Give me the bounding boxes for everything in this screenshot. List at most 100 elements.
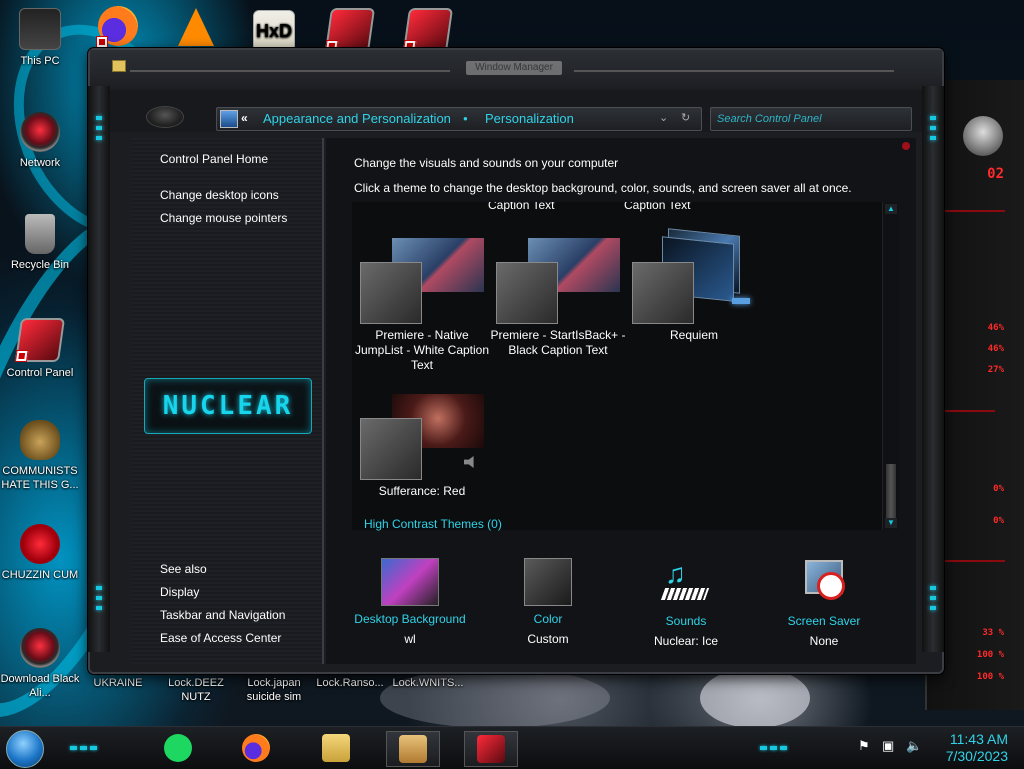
- theme-name: Sufferance: Red: [378, 484, 466, 498]
- control-panel-home-link[interactable]: Control Panel Home: [160, 152, 268, 166]
- file-explorer-icon: [322, 734, 350, 762]
- desktop-background-icon: [381, 558, 439, 606]
- theme-name: Premiere - Native JumpList - White Capti…: [354, 328, 490, 372]
- desktop-icon-lock-deez[interactable]: Lock.DEEZ NUTZ: [156, 676, 236, 704]
- desktop-icon-network[interactable]: Network: [0, 112, 80, 170]
- clock-time: 11:43 AM: [949, 731, 1008, 747]
- breadcrumb-appearance[interactable]: Appearance and Personalization: [263, 111, 451, 126]
- setting-label[interactable]: Desktop Background: [340, 612, 480, 626]
- rail-light: [930, 586, 936, 590]
- scrollbar-thumb[interactable]: [886, 464, 896, 524]
- change-desktop-icons-link[interactable]: Change desktop icons: [160, 188, 279, 202]
- desktop-icon-control-panel[interactable]: Control Panel: [0, 318, 80, 380]
- taskbar-firefox[interactable]: [230, 731, 282, 765]
- taskbar-clock[interactable]: 11:43 AM 7/30/2023: [946, 731, 1008, 765]
- window-titlebar[interactable]: Window Manager: [90, 50, 942, 91]
- desktop-icon-lock-japan[interactable]: Lock.japan suicide sim: [234, 676, 314, 704]
- keyboard-icon: [660, 588, 710, 600]
- window-left-rail: [88, 86, 110, 652]
- desktop-icon-lock-ranso[interactable]: Lock.Ranso...: [310, 676, 390, 690]
- recycle-bin-icon: [25, 214, 55, 254]
- desktop-icon-ukraine[interactable]: UKRAINE: [78, 676, 158, 690]
- desktop-background-setting[interactable]: Desktop Background wl: [340, 558, 480, 646]
- taskbar-handshake-app[interactable]: [386, 731, 440, 767]
- theme-item[interactable]: Premiere - Native JumpList - White Capti…: [354, 228, 490, 373]
- rail-light: [930, 136, 936, 140]
- alien-head-icon: [963, 116, 1003, 156]
- rail-light: [930, 606, 936, 610]
- action-center-flag-icon[interactable]: ⚑: [858, 739, 872, 753]
- gadget-readout: 0%: [993, 516, 1004, 526]
- theme-list: Caption Text Caption Text Premiere - Nat…: [352, 202, 882, 530]
- rail-light: [96, 596, 102, 600]
- desktop-icon-firefox[interactable]: [78, 6, 158, 50]
- desktop-icon-label: UKRAINE: [93, 677, 143, 689]
- sounds-icon: ♫: [660, 558, 711, 608]
- clock-date: 7/30/2023: [945, 748, 1008, 764]
- scroll-up-button[interactable]: ▲: [885, 204, 897, 214]
- theme-item[interactable]: Sufferance: Red: [354, 384, 490, 499]
- search-input[interactable]: [715, 110, 909, 128]
- breadcrumb-separator[interactable]: ●: [463, 114, 468, 123]
- setting-value: None: [809, 634, 839, 648]
- taskbar-file-explorer[interactable]: [310, 731, 362, 765]
- change-mouse-pointers-link[interactable]: Change mouse pointers: [160, 211, 287, 225]
- screen-saver-setting[interactable]: Screen Saver None: [754, 558, 894, 648]
- address-bar[interactable]: « Appearance and Personalization ● Perso…: [216, 107, 702, 131]
- theme-preview: [354, 384, 490, 480]
- color-setting[interactable]: Color Custom: [478, 558, 618, 646]
- theme-list-scrollbar[interactable]: ▲ ▼: [882, 202, 899, 530]
- alienware-icon: [402, 8, 454, 52]
- money-bag-icon: [20, 420, 60, 460]
- high-contrast-themes-link[interactable]: High Contrast Themes (0): [364, 517, 502, 531]
- desktop-icon-label: Lock.WNITS...: [392, 677, 464, 689]
- gadget-readout: 27%: [987, 365, 1004, 375]
- start-button[interactable]: [6, 730, 44, 768]
- desktop-icon-chuzzin[interactable]: CHUZZIN CUM: [0, 524, 80, 582]
- theme-caption-cut: Caption Text: [488, 202, 555, 212]
- back-forward-button[interactable]: [146, 106, 184, 128]
- page-heading: Change the visuals and sounds on your co…: [354, 156, 619, 170]
- refresh-icon[interactable]: ↻: [681, 111, 690, 124]
- vlc-cone-icon: [178, 8, 214, 46]
- hxd-hex-editor-icon: HxD: [253, 10, 295, 52]
- setting-label[interactable]: Color: [478, 612, 618, 626]
- desktop-icon-vlc[interactable]: [156, 8, 236, 50]
- scroll-down-button[interactable]: ▼: [885, 518, 897, 528]
- page-subheading: Click a theme to change the desktop back…: [354, 181, 852, 195]
- help-icon[interactable]: [902, 142, 910, 150]
- desktop-icon-download-black-alien[interactable]: Download Black Ali...: [0, 628, 80, 700]
- alien-orb-icon: [20, 628, 60, 668]
- rail-light: [96, 116, 102, 120]
- taskbar-navigation-link[interactable]: Taskbar and Navigation: [160, 608, 285, 622]
- desktop-icon-lock-wnits[interactable]: Lock.WNITS...: [388, 676, 468, 690]
- setting-label[interactable]: Sounds: [616, 614, 756, 628]
- theme-item[interactable]: Premiere - StartIsBack+ - Black Caption …: [490, 228, 626, 358]
- ease-of-access-link[interactable]: Ease of Access Center: [160, 631, 281, 645]
- theme-preview: [626, 228, 762, 324]
- address-dropdown-icon[interactable]: ⌄: [659, 111, 668, 124]
- firefox-icon: [242, 734, 270, 762]
- desktop-icon-communists[interactable]: COMMUNISTS HATE THIS G...: [0, 420, 80, 492]
- taskbar-control-panel[interactable]: [464, 731, 518, 767]
- display-link[interactable]: Display: [160, 585, 199, 599]
- setting-label[interactable]: Screen Saver: [754, 614, 894, 628]
- setting-value: Nuclear: Ice: [653, 634, 719, 648]
- theme-item[interactable]: Requiem: [626, 228, 762, 343]
- network-icon[interactable]: ▣: [882, 739, 896, 753]
- search-box[interactable]: [710, 107, 912, 131]
- setting-value: wl: [404, 632, 416, 646]
- nuclear-logo-text: NUCLEAR: [162, 391, 294, 421]
- volume-icon[interactable]: 🔈: [906, 739, 922, 753]
- firefox-icon: [96, 6, 138, 48]
- sounds-setting[interactable]: ♫ Sounds Nuclear: Ice: [616, 558, 756, 648]
- theme-sound-icon: [732, 298, 750, 304]
- desktop-icon-recycle-bin[interactable]: Recycle Bin: [0, 214, 80, 272]
- theme-preview: [354, 228, 490, 324]
- breadcrumb-personalization[interactable]: Personalization: [485, 111, 574, 126]
- desktop-icon-label: Network: [19, 157, 61, 169]
- taskbar-spotify[interactable]: [152, 731, 204, 765]
- red-chuzzle-icon: [20, 524, 60, 564]
- desktop-icon-this-pc[interactable]: This PC: [0, 8, 80, 68]
- breadcrumb-overflow[interactable]: «: [241, 111, 248, 125]
